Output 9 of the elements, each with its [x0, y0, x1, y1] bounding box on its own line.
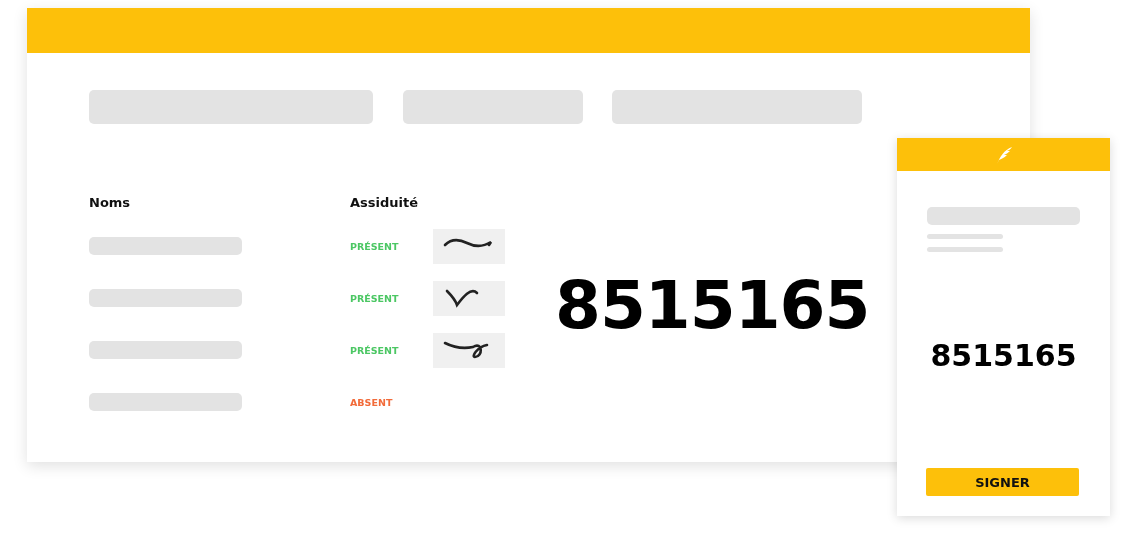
attendance-status: PRÉSENT	[350, 240, 400, 252]
attendance-status: PRÉSENT	[350, 344, 400, 356]
column-header: Assiduité	[350, 194, 419, 210]
sign-button[interactable]: SIGNER	[926, 468, 1079, 496]
column-header: Noms	[89, 194, 132, 210]
attendance-status: ABSENT	[350, 396, 394, 408]
code-number: 8515165	[929, 337, 1078, 375]
attendance-status: PRÉSENT	[350, 292, 400, 304]
code-number: 8515165	[555, 266, 870, 344]
